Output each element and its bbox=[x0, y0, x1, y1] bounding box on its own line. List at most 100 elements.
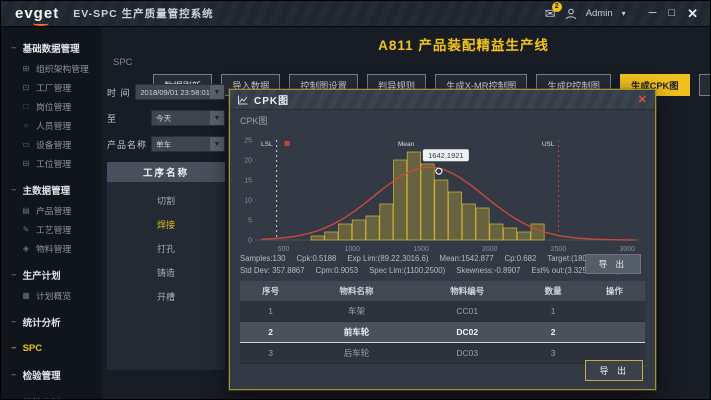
sidebar-item-label: 组织架构管理 bbox=[36, 62, 89, 75]
sidebar-item-计划概览[interactable]: ▦ 计划概览 bbox=[1, 286, 101, 305]
filter-row: 至今天▼ bbox=[107, 110, 225, 126]
page-title: A811 产品装配精益生产线 bbox=[101, 27, 711, 54]
process-list-header: 工序名称 bbox=[107, 162, 225, 182]
sidebar-item-label: 计划概览 bbox=[36, 289, 71, 302]
brand-logo: evget bbox=[15, 5, 59, 22]
sidebar-item-人员管理[interactable]: ○人员管理 bbox=[1, 116, 101, 135]
sidebar-section-label: 生产计划 bbox=[23, 268, 61, 282]
cpk-histogram-chart[interactable]: 051015202550010001500200025003000LSLMean… bbox=[238, 127, 647, 253]
sidebar-section-统计分析[interactable]: −统计分析 bbox=[1, 311, 101, 333]
svg-text:1000: 1000 bbox=[344, 246, 360, 253]
table-row[interactable]: 2前车轮DC022 bbox=[240, 322, 645, 343]
svg-text:2000: 2000 bbox=[482, 246, 498, 253]
sidebar-section-SPC[interactable]: −SPC bbox=[1, 339, 101, 358]
sidebar-item-岗位管理[interactable]: □岗位管理 bbox=[1, 97, 101, 116]
table-header-cell: 物料名称 bbox=[301, 281, 412, 301]
minimize-icon[interactable]: ─ bbox=[649, 8, 657, 19]
sidebar-item-组织架构管理[interactable]: ⊞ 组织架构管理 bbox=[1, 59, 101, 78]
sidebar-item-label: 工厂管理 bbox=[36, 81, 71, 94]
toolbar-button-模板保存[interactable]: 模板保存 bbox=[699, 74, 711, 96]
process-item-焊接[interactable]: 焊接 bbox=[107, 218, 225, 231]
filter-row: 时 间2018/09/01 23:58:01▼ bbox=[107, 84, 225, 100]
export-table-button[interactable]: 导 出 bbox=[585, 360, 643, 381]
stat-value: Skewness:-0.8907 bbox=[456, 266, 520, 275]
svg-text:LSL: LSL bbox=[261, 141, 273, 148]
table-cell: 2 bbox=[240, 322, 301, 343]
product-icon: ▤ bbox=[21, 206, 31, 215]
sidebar-item-工位管理[interactable]: ⊟工位管理 bbox=[1, 154, 101, 173]
plan-icon: ▦ bbox=[21, 291, 31, 300]
close-icon[interactable]: ✕ bbox=[687, 7, 698, 20]
collapse-icon: − bbox=[11, 185, 17, 196]
sidebar-item-产品管理[interactable]: ▤产品管理 bbox=[1, 201, 101, 220]
filter-dropdown-0[interactable]: 2018/09/01 23:58:01▼ bbox=[135, 84, 225, 100]
dropdown-value: 单车 bbox=[152, 139, 210, 150]
chevron-down-icon[interactable]: ▼ bbox=[210, 137, 224, 151]
mail-icon[interactable]: ✉ 2 bbox=[545, 6, 556, 22]
svg-text:500: 500 bbox=[278, 246, 290, 253]
sidebar-section-主数据管理[interactable]: −主数据管理 bbox=[1, 179, 101, 201]
sidebar-nav: −基础数据管理⊞组织架构管理⊡工厂管理□岗位管理○人员管理▭设备管理⊟工位管理−… bbox=[1, 27, 101, 400]
svg-text:2500: 2500 bbox=[551, 246, 567, 253]
table-row[interactable]: 3后车轮DC033 bbox=[240, 343, 645, 364]
sidebar-item-label: 人员管理 bbox=[36, 119, 71, 132]
stat-value: Cp:0.682 bbox=[505, 254, 537, 263]
process-item-打孔[interactable]: 打孔 bbox=[107, 242, 225, 255]
process-list-panel: 工序名称 切割焊接打孔铸造开槽 bbox=[107, 162, 225, 370]
sidebar-item-工厂管理[interactable]: ⊡工厂管理 bbox=[1, 78, 101, 97]
chevron-down-icon[interactable]: ▼ bbox=[210, 111, 224, 125]
table-header-cell: 数量 bbox=[523, 281, 584, 301]
table-header-cell: 序号 bbox=[240, 281, 301, 301]
sidebar-item-设备管理[interactable]: ▭设备管理 bbox=[1, 135, 101, 154]
sidebar-item-物料管理[interactable]: ◈物料管理 bbox=[1, 239, 101, 258]
title-bar: evget EV-SPC 生产质量管控系统 ✉ 2 Admin ▾ ─ □ ✕ bbox=[1, 1, 710, 27]
user-icon[interactable] bbox=[565, 8, 577, 20]
collapse-icon: − bbox=[11, 370, 17, 381]
sidebar-section-生产计划[interactable]: −生产计划 bbox=[1, 264, 101, 286]
svg-text:10: 10 bbox=[244, 198, 252, 205]
svg-text:3000: 3000 bbox=[619, 246, 635, 253]
svg-text:20: 20 bbox=[244, 158, 252, 165]
station-icon: ⊟ bbox=[21, 159, 31, 168]
sidebar-section-绩效分析[interactable]: −绩效分析 bbox=[1, 392, 101, 400]
user-menu-chevron-icon[interactable]: ▾ bbox=[622, 9, 626, 18]
process-icon: ✎ bbox=[21, 225, 31, 234]
filter-dropdown-1[interactable]: 今天▼ bbox=[151, 110, 225, 126]
sidebar-item-label: 工艺管理 bbox=[36, 223, 71, 236]
filter-row: 产品名称单车▼ bbox=[107, 136, 225, 152]
cpk-dialog: CPK图 ✕ CPK图 0510152025500100015002000250… bbox=[229, 89, 656, 390]
maximize-icon[interactable]: □ bbox=[668, 8, 675, 19]
filter-panel: 时 间2018/09/01 23:58:01▼ 至今天▼ 产品名称单车▼ 工序名称 … bbox=[107, 84, 225, 400]
sidebar-section-label: 基础数据管理 bbox=[23, 41, 80, 55]
export-chart-button[interactable]: 导 出 bbox=[585, 254, 641, 274]
mail-badge: 2 bbox=[552, 2, 562, 12]
dialog-close-icon[interactable]: ✕ bbox=[638, 93, 647, 106]
chevron-down-icon[interactable]: ▼ bbox=[210, 85, 224, 99]
dropdown-value: 今天 bbox=[152, 113, 210, 124]
table-cell: 2 bbox=[523, 322, 584, 343]
table-header-cell: 操作 bbox=[584, 281, 645, 301]
svg-text:5: 5 bbox=[248, 218, 252, 225]
svg-text:USL: USL bbox=[542, 141, 555, 148]
table-cell: DC02 bbox=[412, 322, 523, 343]
sidebar-section-基础数据管理[interactable]: −基础数据管理 bbox=[1, 37, 101, 59]
cpk-dialog-titlebar[interactable]: CPK图 ✕ bbox=[230, 90, 655, 110]
sidebar-section-检验管理[interactable]: −检验管理 bbox=[1, 364, 101, 386]
process-item-切割[interactable]: 切割 bbox=[107, 194, 225, 207]
table-cell bbox=[584, 322, 645, 343]
sidebar-item-工艺管理[interactable]: ✎ 工艺管理 bbox=[1, 220, 101, 239]
table-row[interactable]: 1车架CC011 bbox=[240, 301, 645, 322]
process-item-铸造[interactable]: 铸造 bbox=[107, 266, 225, 279]
sidebar-item-label: 物料管理 bbox=[36, 242, 71, 255]
brand-logo-text: evget bbox=[15, 5, 59, 22]
sidebar-section-label: 主数据管理 bbox=[23, 183, 71, 197]
collapse-icon: − bbox=[11, 343, 17, 354]
org-icon: ⊞ bbox=[21, 64, 31, 73]
table-cell: CC01 bbox=[412, 301, 523, 322]
dropdown-value: 2018/09/01 23:58:01 bbox=[136, 88, 210, 97]
stat-value: Cpk:0.5188 bbox=[297, 254, 337, 263]
sidebar-section-label: SPC bbox=[23, 343, 43, 354]
filter-dropdown-2[interactable]: 单车▼ bbox=[151, 136, 225, 152]
user-name[interactable]: Admin bbox=[586, 8, 613, 19]
process-item-开槽[interactable]: 开槽 bbox=[107, 290, 225, 303]
